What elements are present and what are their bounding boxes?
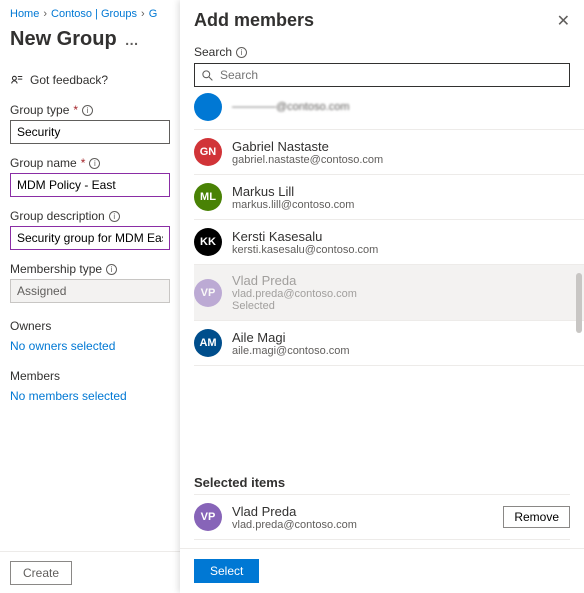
- breadcrumb-truncated[interactable]: G: [149, 8, 158, 20]
- breadcrumb-home[interactable]: Home: [10, 8, 39, 20]
- members-label: Members: [10, 369, 170, 383]
- selected-items-section: Selected items VP Vlad Preda vlad.preda@…: [180, 469, 584, 540]
- membership-type-field: Membership type i Assigned: [10, 262, 170, 303]
- chevron-right-icon: ›: [43, 8, 47, 20]
- selected-items-heading: Selected items: [194, 475, 570, 490]
- search-input-wrap[interactable]: [194, 63, 570, 87]
- person-name: Vlad Preda: [232, 273, 357, 288]
- new-group-form: Home › Contoso | Groups › G New Group … …: [0, 0, 180, 593]
- group-description-field: Group description i: [10, 209, 170, 250]
- group-name-field: Group name * i: [10, 156, 170, 197]
- person-name: Markus Lill: [232, 184, 354, 199]
- group-type-label: Group type: [10, 103, 69, 117]
- group-description-input[interactable]: [10, 226, 170, 250]
- form-footer: Create: [0, 551, 180, 593]
- avatar: GN: [194, 138, 222, 166]
- breadcrumb-contoso-groups[interactable]: Contoso | Groups: [51, 8, 137, 20]
- person-name: Vlad Preda: [232, 504, 357, 519]
- info-icon[interactable]: i: [106, 264, 117, 275]
- list-item[interactable]: AM Aile Magi aile.magi@contoso.com: [194, 321, 584, 366]
- create-button[interactable]: Create: [10, 561, 72, 585]
- group-type-field: Group type * i: [10, 103, 170, 144]
- members-empty-link[interactable]: No members selected: [10, 389, 170, 403]
- info-icon[interactable]: i: [82, 105, 93, 116]
- feedback-label: Got feedback?: [30, 73, 108, 87]
- more-icon[interactable]: …: [125, 32, 139, 48]
- list-item-selected[interactable]: VP Vlad Preda vlad.preda@contoso.com Sel…: [194, 265, 584, 321]
- person-email: markus.lill@contoso.com: [232, 199, 354, 211]
- breadcrumb: Home › Contoso | Groups › G: [10, 8, 170, 20]
- owners-label: Owners: [10, 319, 170, 333]
- group-name-label: Group name: [10, 156, 77, 170]
- close-icon[interactable]: ✕: [557, 11, 570, 31]
- feedback-link[interactable]: Got feedback?: [10, 73, 170, 87]
- owners-empty-link[interactable]: No owners selected: [10, 339, 170, 353]
- person-name: Kersti Kasesalu: [232, 229, 378, 244]
- avatar: ML: [194, 183, 222, 211]
- person-name: Aile Magi: [232, 330, 350, 345]
- remove-button[interactable]: Remove: [503, 506, 570, 528]
- page-title: New Group …: [10, 28, 170, 51]
- flyout-footer: Select: [180, 548, 584, 593]
- search-block: Search i: [180, 35, 584, 93]
- person-email: vlad.preda@contoso.com: [232, 288, 357, 300]
- select-button[interactable]: Select: [194, 559, 259, 583]
- avatar: VP: [194, 279, 222, 307]
- chevron-right-icon: ›: [141, 8, 145, 20]
- person-email: vlad.preda@contoso.com: [232, 519, 357, 531]
- search-icon: [201, 69, 214, 82]
- info-icon[interactable]: i: [109, 211, 120, 222]
- group-name-input[interactable]: [10, 173, 170, 197]
- membership-type-label: Membership type: [10, 262, 102, 276]
- info-icon[interactable]: i: [89, 158, 100, 169]
- person-email: gabriel.nastaste@contoso.com: [232, 154, 383, 166]
- list-item[interactable]: ML Markus Lill markus.lill@contoso.com: [194, 175, 584, 220]
- flyout-title: Add members: [194, 10, 314, 31]
- person-email: aile.magi@contoso.com: [232, 345, 350, 357]
- list-item[interactable]: ————@contoso.com: [194, 93, 584, 130]
- feedback-icon: [10, 73, 24, 87]
- avatar: AM: [194, 329, 222, 357]
- selected-item-row: VP Vlad Preda vlad.preda@contoso.com Rem…: [194, 494, 570, 540]
- required-indicator: *: [73, 103, 78, 117]
- avatar: KK: [194, 228, 222, 256]
- membership-type-input[interactable]: Assigned: [10, 279, 170, 303]
- group-type-input[interactable]: [10, 120, 170, 144]
- list-item[interactable]: KK Kersti Kasesalu kersti.kasesalu@conto…: [194, 220, 584, 265]
- person-email: kersti.kasesalu@contoso.com: [232, 244, 378, 256]
- page-title-text: New Group: [10, 28, 117, 51]
- person-name: Gabriel Nastaste: [232, 139, 383, 154]
- scrollbar-thumb[interactable]: [576, 273, 582, 333]
- search-input[interactable]: [220, 68, 563, 82]
- required-indicator: *: [81, 156, 86, 170]
- info-icon[interactable]: i: [236, 47, 247, 58]
- person-email: ————@contoso.com: [232, 101, 350, 113]
- avatar: VP: [194, 503, 222, 531]
- selected-tag: Selected: [232, 300, 357, 312]
- list-item[interactable]: GN Gabriel Nastaste gabriel.nastaste@con…: [194, 130, 584, 175]
- search-label: Search: [194, 45, 232, 59]
- avatar: [194, 93, 222, 121]
- results-list[interactable]: ————@contoso.com GN Gabriel Nastaste gab…: [180, 93, 584, 469]
- add-members-panel: Add members ✕ Search i ————@contoso.com …: [180, 0, 584, 593]
- group-description-label: Group description: [10, 209, 105, 223]
